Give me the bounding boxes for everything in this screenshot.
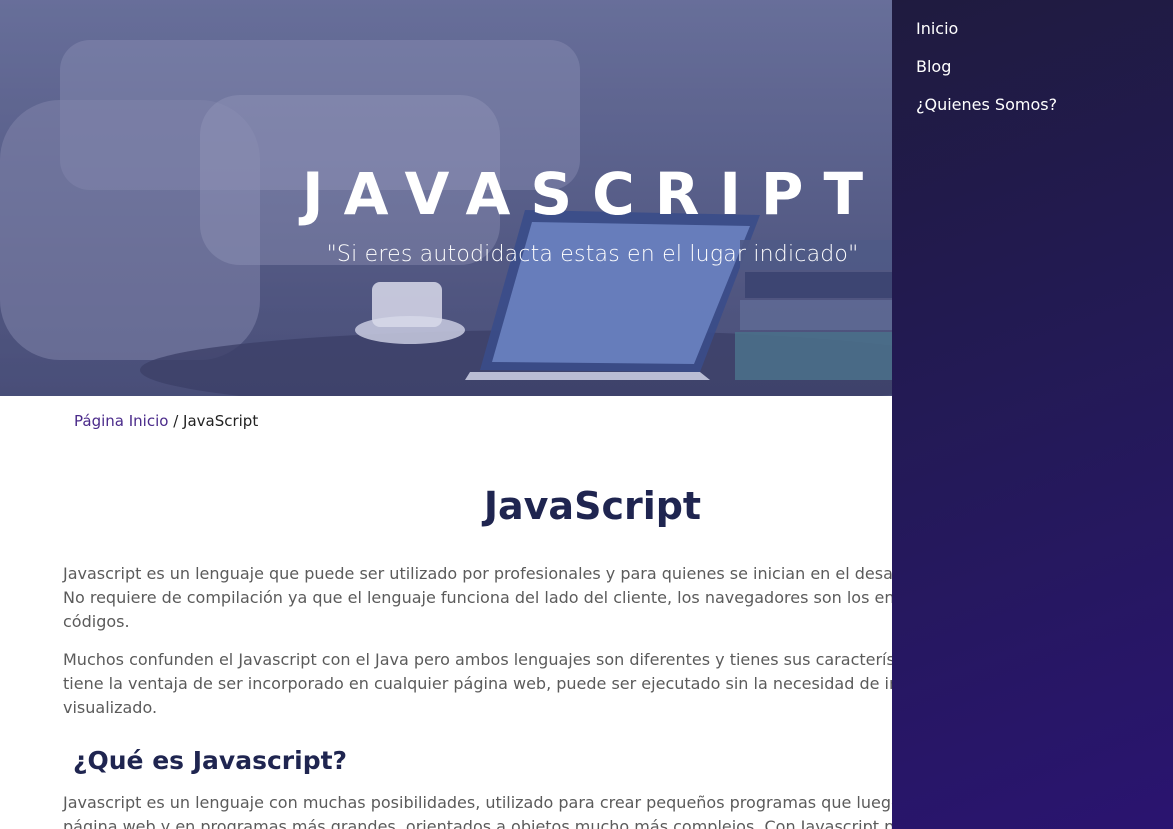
breadcrumb: Página Inicio / JavaScript: [74, 412, 258, 430]
breadcrumb-current: JavaScript: [183, 412, 259, 430]
nav-item-blog[interactable]: Blog: [892, 54, 1173, 92]
nav-item-inicio[interactable]: Inicio: [892, 16, 1173, 54]
breadcrumb-separator: /: [168, 412, 184, 430]
sidebar-nav: Inicio Blog ¿Quienes Somos?: [892, 0, 1173, 829]
nav-item-quienes-somos[interactable]: ¿Quienes Somos?: [892, 92, 1173, 130]
breadcrumb-home-link[interactable]: Página Inicio: [74, 412, 168, 430]
